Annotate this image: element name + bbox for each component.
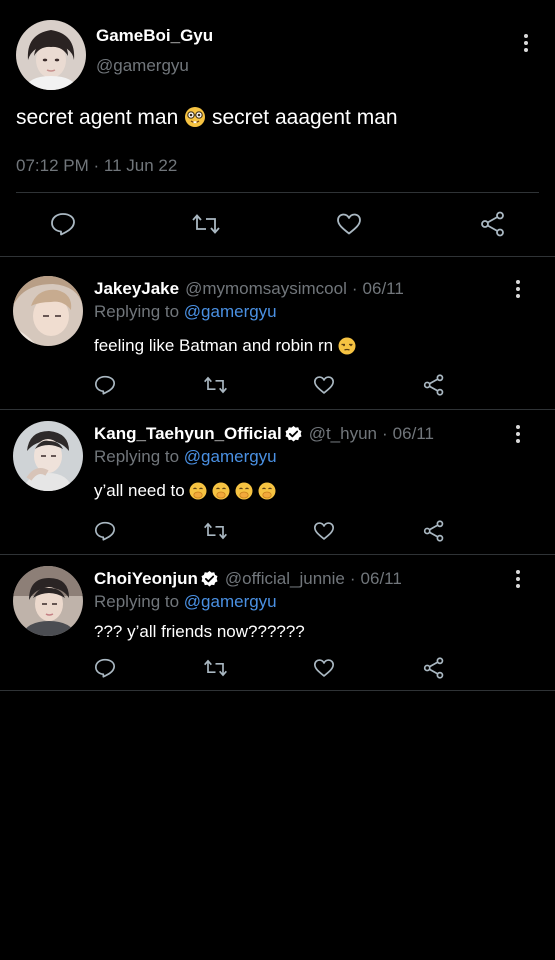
avatar[interactable]: [13, 276, 83, 346]
user-handle[interactable]: @gamergyu: [96, 56, 189, 76]
reply-item[interactable]: ChoiYeonjun @official_junnie · 06/11 Rep…: [0, 555, 555, 691]
separator: ·: [382, 424, 388, 443]
more-options-icon[interactable]: [521, 33, 531, 53]
share-icon[interactable]: [421, 519, 447, 543]
face-with-hand-over-mouth-icon: [235, 482, 253, 505]
reply-icon[interactable]: [92, 656, 118, 680]
reply-header: ChoiYeonjun @official_junnie · 06/11: [94, 569, 402, 589]
replying-to-link[interactable]: @gamergyu: [184, 302, 277, 321]
replying-to-link[interactable]: @gamergyu: [184, 447, 277, 466]
display-name[interactable]: Kang_Taehyun_Official: [94, 424, 282, 444]
reply-item[interactable]: JakeyJake @mymomsaysimcool · 06/11 Reply…: [0, 257, 555, 410]
replying-prefix: Replying to: [94, 592, 184, 611]
replying-to: Replying to @gamergyu: [94, 447, 277, 467]
reply-date: 06/11: [360, 569, 402, 588]
share-icon[interactable]: [478, 210, 508, 238]
reply-text-content: y’all need to: [94, 481, 190, 500]
share-icon[interactable]: [421, 656, 447, 680]
more-options-icon[interactable]: [513, 424, 523, 444]
divider: [16, 192, 539, 193]
like-icon[interactable]: [311, 373, 337, 397]
reply-text: ??? y’all friends now??????: [94, 622, 305, 642]
display-name[interactable]: ChoiYeonjun: [94, 569, 198, 589]
like-icon[interactable]: [311, 656, 337, 680]
unamused-face-icon: [338, 337, 356, 360]
tweet-text-part2: secret aaagent man: [211, 106, 398, 129]
more-options-icon[interactable]: [513, 279, 523, 299]
avatar[interactable]: [13, 566, 83, 636]
retweet-icon[interactable]: [201, 373, 229, 397]
retweet-icon[interactable]: [190, 210, 222, 238]
tweet-timestamp: 07:12 PM · 11 Jun 22: [16, 156, 178, 175]
reply-icon[interactable]: [92, 373, 118, 397]
replying-to: Replying to @gamergyu: [94, 302, 277, 322]
like-icon[interactable]: [311, 519, 337, 543]
replying-to-link[interactable]: @gamergyu: [184, 592, 277, 611]
main-tweet: GameBoi_Gyu @gamergyu secret agent man s…: [0, 0, 555, 257]
avatar[interactable]: [16, 20, 86, 90]
reply-icon[interactable]: [92, 519, 118, 543]
verified-badge-icon: [284, 425, 303, 444]
reply-text: y’all need to: [94, 481, 276, 505]
share-icon[interactable]: [421, 373, 447, 397]
face-with-hand-over-mouth-icon: [189, 482, 207, 505]
replying-to: Replying to @gamergyu: [94, 592, 277, 612]
replying-prefix: Replying to: [94, 302, 184, 321]
face-with-hand-over-mouth-icon: [212, 482, 230, 505]
reply-item[interactable]: Kang_Taehyun_Official @t_hyun · 06/11 Re…: [0, 410, 555, 555]
more-options-icon[interactable]: [513, 569, 523, 589]
tweet-text: secret agent man secret aaagent man: [16, 106, 398, 134]
reply-text: feeling like Batman and robin rn: [94, 336, 356, 360]
verified-badge-icon: [200, 570, 219, 589]
reply-date: 06/11: [392, 424, 434, 443]
user-handle[interactable]: @mymomsaysimcool: [185, 279, 347, 299]
reply-header: JakeyJake @mymomsaysimcool · 06/11: [94, 279, 404, 299]
separator: ·: [351, 279, 358, 298]
avatar[interactable]: [13, 421, 83, 491]
reply-text-content: ??? y’all friends now??????: [94, 622, 305, 641]
display-name[interactable]: GameBoi_Gyu: [96, 26, 213, 46]
like-icon[interactable]: [334, 210, 364, 238]
tweet-text-part1: secret agent man: [16, 106, 185, 129]
user-handle[interactable]: @t_hyun: [309, 424, 377, 444]
display-name[interactable]: JakeyJake: [94, 279, 179, 299]
retweet-icon[interactable]: [201, 519, 229, 543]
reply-header: Kang_Taehyun_Official @t_hyun · 06/11: [94, 424, 434, 444]
nerd-face-icon: [184, 106, 206, 134]
replying-prefix: Replying to: [94, 447, 184, 466]
reply-date: 06/11: [362, 279, 404, 298]
user-handle[interactable]: @official_junnie: [225, 569, 345, 589]
face-with-hand-over-mouth-icon: [258, 482, 276, 505]
reply-icon[interactable]: [48, 210, 78, 238]
retweet-icon[interactable]: [201, 656, 229, 680]
separator: ·: [349, 569, 356, 588]
reply-text-content: feeling like Batman and robin rn: [94, 336, 338, 355]
